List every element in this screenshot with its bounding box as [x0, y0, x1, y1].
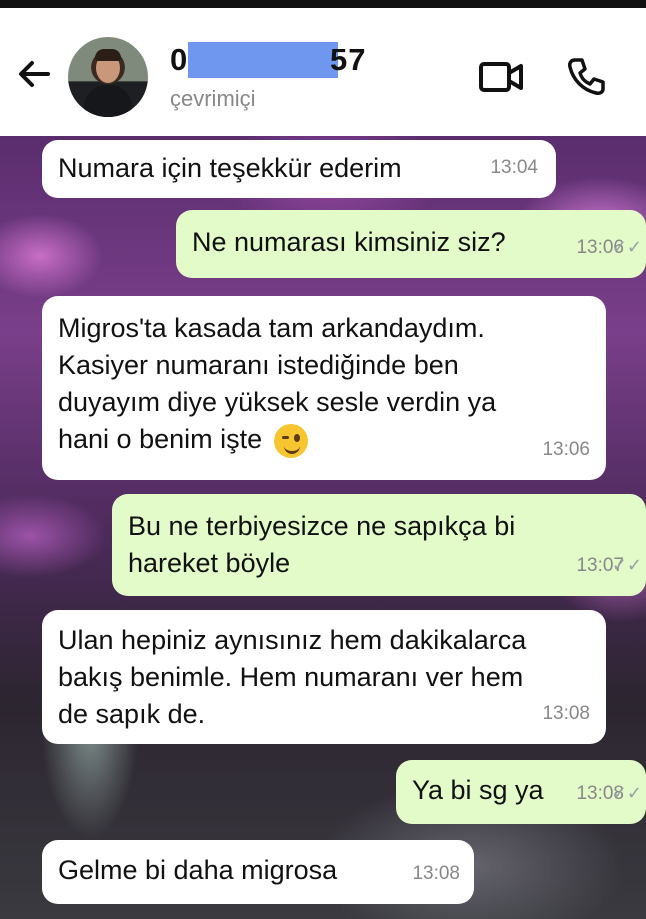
- message-line: duyayım diye yüksek sesle verdin ya: [58, 387, 497, 417]
- double-check-icon: ✓✓: [611, 237, 642, 257]
- message-line: Bu ne terbiyesizce ne sapıkça bi: [128, 511, 516, 541]
- message-text: Ya bi sg ya: [412, 775, 544, 805]
- message-time: 13:08: [542, 703, 590, 724]
- message-line: Migros'ta kasada tam arkandaydım.: [58, 313, 485, 343]
- message-line: hani o benim işte: [58, 424, 263, 454]
- video-call-icon[interactable]: [478, 60, 524, 94]
- status-bar: [0, 0, 646, 8]
- message-text: Gelme bi daha migrosa: [58, 855, 338, 885]
- presence-status: çevrimiçi: [170, 86, 256, 111]
- message-text: Ne numarası kimsiniz siz?: [192, 227, 506, 257]
- message-time: 13:04: [490, 157, 538, 178]
- avatar[interactable]: [68, 37, 148, 117]
- message-line: hareket böyle: [128, 548, 291, 578]
- message-incoming[interactable]: Gelme bi daha migrosa 13:08: [42, 840, 474, 904]
- phone-icon[interactable]: [566, 56, 606, 96]
- message-line: bakış benimle. Hem numaranı ver hem: [58, 662, 524, 692]
- redaction-block: [188, 42, 338, 78]
- message-outgoing[interactable]: Ne numarası kimsiniz siz? 13:06 ✓✓: [176, 210, 646, 278]
- message-incoming[interactable]: Migros'ta kasada tam arkandaydım. Kasiye…: [42, 296, 606, 480]
- message-incoming[interactable]: Numara için teşekkür ederim 13:04: [42, 140, 556, 198]
- contact-prefix: 0: [170, 42, 189, 77]
- message-incoming[interactable]: Ulan hepiniz aynısınız hem dakikalarca b…: [42, 610, 606, 744]
- message-line: Ulan hepiniz aynısınız hem dakikalarca: [58, 625, 527, 655]
- arrow-left-icon[interactable]: [14, 54, 54, 94]
- chat-area[interactable]: Numara için teşekkür ederim 13:04 Ne num…: [0, 136, 646, 919]
- double-check-icon: ✓✓: [611, 783, 642, 803]
- double-check-icon: ✓✓: [611, 555, 642, 575]
- message-line: Kasiyer numaranı istediğinde ben: [58, 350, 459, 380]
- message-text: Numara için teşekkür ederim: [58, 153, 402, 183]
- message-outgoing[interactable]: Bu ne terbiyesizce ne sapıkça bi hareket…: [112, 494, 646, 596]
- message-line: de sapık de.: [58, 699, 206, 729]
- message-outgoing[interactable]: Ya bi sg ya 13:08 ✓✓: [396, 760, 646, 824]
- avatar-body: [84, 85, 132, 117]
- winking-face-icon: [273, 423, 308, 458]
- chat-header: 0 57 çevrimiçi: [0, 8, 646, 136]
- avatar-hair: [95, 49, 121, 61]
- contact-suffix: 57: [330, 42, 367, 77]
- message-time: 13:06: [542, 439, 590, 460]
- message-time: 13:08: [412, 863, 460, 884]
